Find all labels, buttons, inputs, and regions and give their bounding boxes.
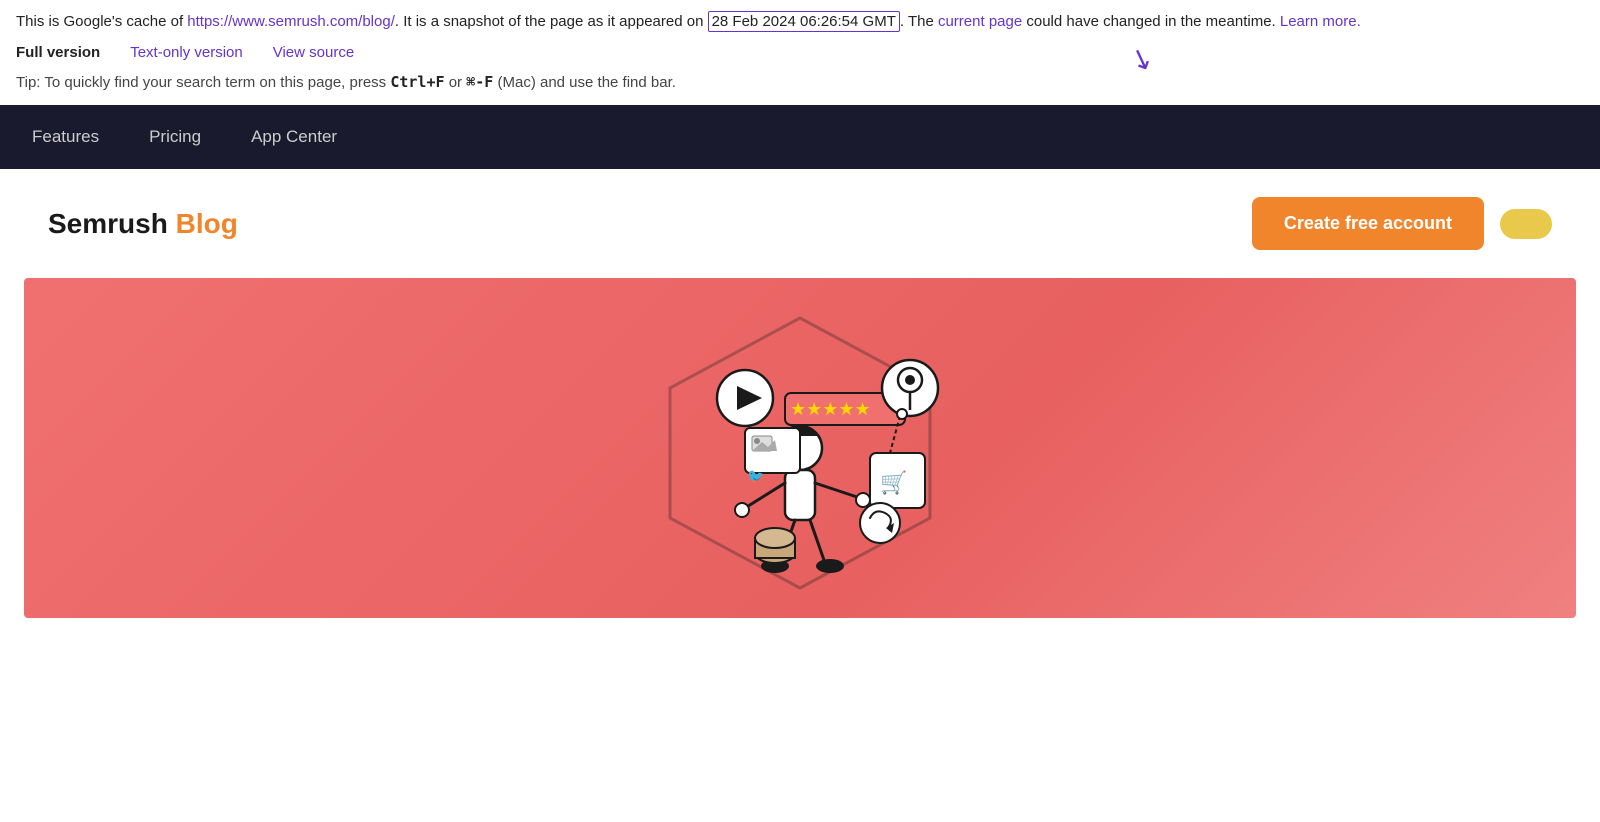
hero-illustration: 🐦 ★★★★★ 🛒 [590, 298, 1010, 598]
brand-name: Semrush [48, 208, 168, 239]
ctrl-f-key: Ctrl+F [390, 73, 444, 91]
cache-mid: . It is a snapshot of the page as it app… [395, 13, 708, 30]
tip-text: Tip: To quickly find your search term on… [16, 74, 390, 91]
cache-prefix: This is Google's cache of [16, 13, 187, 30]
nav-item-pricing[interactable]: Pricing [149, 119, 201, 155]
create-free-account-button[interactable]: Create free account [1252, 197, 1484, 250]
version-bar: Full version Text-only version View sour… [0, 40, 1600, 69]
hero-section: 🐦 ★★★★★ 🛒 [24, 278, 1576, 618]
svg-text:🛒: 🛒 [880, 470, 907, 495]
semrush-url-link[interactable]: https://www.semrush.com/blog/ [187, 13, 395, 30]
tip-bar: Tip: To quickly find your search term on… [0, 69, 1600, 105]
view-source-link[interactable]: View source [273, 44, 354, 61]
svg-text:🐦: 🐦 [747, 468, 764, 484]
blog-header: Semrush Blog Create free account [0, 169, 1600, 278]
nav-item-features[interactable]: Features [32, 119, 99, 155]
current-page-link[interactable]: current page [938, 13, 1022, 30]
text-only-link[interactable]: Text-only version [130, 44, 243, 61]
full-version-label: Full version [16, 44, 100, 61]
blog-title: Semrush Blog [48, 208, 238, 240]
tip-suffix: (Mac) and use the find bar. [493, 74, 676, 91]
toggle-oval[interactable] [1500, 209, 1552, 239]
tip-or: or [445, 74, 467, 91]
could-change-text: could have changed in the meantime. [1022, 13, 1280, 30]
nav-bar: Features Pricing App Center [0, 105, 1600, 169]
cache-date: 28 Feb 2024 06:26:54 GMT [708, 11, 900, 32]
cache-bar: This is Google's cache of https://www.se… [0, 0, 1600, 40]
nav-item-app-center[interactable]: App Center [251, 119, 337, 155]
blog-header-right: Create free account [1252, 197, 1552, 250]
cmd-f-key: ⌘-F [466, 73, 493, 91]
learn-more-link[interactable]: Learn more. [1280, 13, 1361, 30]
blog-label: Blog [176, 208, 238, 239]
cache-suffix: . The [900, 13, 938, 30]
svg-text:★★★★★: ★★★★★ [790, 399, 871, 419]
